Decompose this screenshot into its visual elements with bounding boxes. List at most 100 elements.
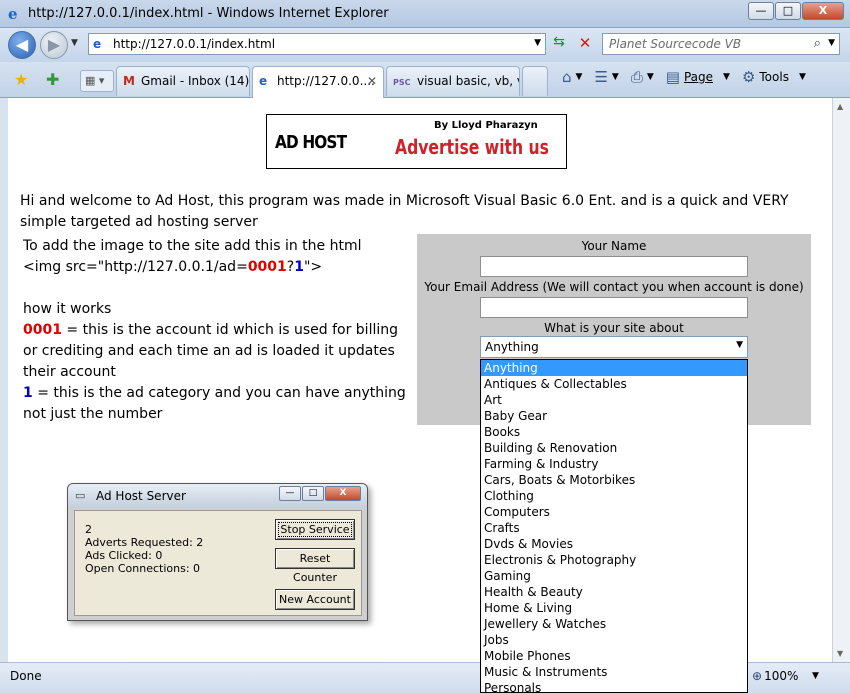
tab-close-icon[interactable]: ✕: [367, 67, 377, 95]
tab-gmail[interactable]: M Gmail - Inbox (14): [116, 66, 250, 96]
open-connections: Open Connections: 0: [85, 562, 201, 575]
server-maximize-button[interactable]: □: [302, 486, 324, 501]
server-close-button[interactable]: X: [325, 486, 361, 501]
back-button[interactable]: ◀: [8, 31, 36, 59]
add-image-line: To add the image to the site add this in…: [23, 238, 362, 254]
name-field[interactable]: [480, 256, 748, 277]
dropdown-option[interactable]: Clothing: [481, 488, 747, 504]
address-bar[interactable]: e http://127.0.0.1/index.html ▼: [88, 33, 546, 55]
dropdown-option[interactable]: Music & Instruments: [481, 664, 747, 680]
code-suffix: ">: [303, 259, 323, 275]
zoom-icon: ⊕: [752, 669, 763, 683]
tab-label: http://127.0.0....: [277, 74, 375, 88]
minimize-button[interactable]: —: [748, 2, 774, 20]
ie-page-icon: e: [259, 74, 268, 88]
ad-banner[interactable]: AD HOST By Lloyd Pharazyn Advertise with…: [266, 114, 567, 169]
address-input[interactable]: http://127.0.0.1/index.html: [113, 37, 275, 51]
search-input[interactable]: Planet Sourcecode VB: [609, 37, 741, 51]
window-controls: — □ X: [747, 2, 844, 20]
print-dropdown-icon[interactable]: ▼: [647, 72, 654, 82]
dropdown-option[interactable]: Jewellery & Watches: [481, 616, 747, 632]
navigation-bar: ◀ ▶ ▼ e http://127.0.0.1/index.html ▼ ⇆ …: [0, 28, 850, 62]
category-select[interactable]: Anything ▼: [480, 336, 748, 358]
ad-host-server-window: ▭ Ad Host Server — □ X 2 Adverts Request…: [67, 483, 368, 621]
server-minimize-button[interactable]: —: [279, 486, 301, 501]
intro-text: Hi and welcome to Ad Host, this program …: [20, 193, 789, 230]
search-box[interactable]: Planet Sourcecode VB ⌕ ▼: [602, 33, 840, 55]
status-text: Done: [10, 669, 42, 683]
dropdown-option[interactable]: Art: [481, 392, 747, 408]
tools-menu[interactable]: Tools: [759, 70, 789, 84]
dropdown-option[interactable]: Baby Gear: [481, 408, 747, 424]
favorites-star-icon[interactable]: ★: [14, 70, 28, 89]
ie-logo-icon: e: [8, 5, 18, 23]
stop-icon[interactable]: ✕: [574, 34, 596, 54]
zoom-level[interactable]: ⊕ 100%: [752, 669, 798, 683]
search-icon[interactable]: ⌕: [814, 36, 821, 51]
refresh-icon[interactable]: ⇆: [548, 34, 570, 54]
dropdown-option[interactable]: Cars, Boats & Motorbikes: [481, 472, 747, 488]
dropdown-option[interactable]: Mobile Phones: [481, 648, 747, 664]
vertical-scrollbar[interactable]: ▲ ▼: [832, 98, 850, 662]
category-dropdown-list[interactable]: Anything Antiques & Collectables Art Bab…: [480, 359, 748, 693]
ads-clicked: Ads Clicked: 0: [85, 549, 163, 562]
server-window-controls: — □ X: [278, 486, 361, 501]
history-dropdown-icon[interactable]: ▼: [71, 38, 78, 48]
search-dropdown-icon[interactable]: ▼: [828, 38, 835, 48]
tab-current[interactable]: e http://127.0.0.... ✕: [252, 66, 384, 98]
feeds-dropdown-icon[interactable]: ▼: [612, 72, 619, 82]
server-window-titlebar[interactable]: ▭ Ad Host Server — □ X: [68, 484, 367, 508]
email-field[interactable]: [480, 297, 748, 318]
reset-counter-button[interactable]: Reset Counter: [275, 548, 355, 584]
home-icon[interactable]: ⌂: [562, 68, 572, 86]
dropdown-option[interactable]: Jobs: [481, 632, 747, 648]
tab-label: Gmail - Inbox (14): [141, 74, 250, 88]
psc-icon: PSC: [393, 78, 411, 87]
banner-tagline: Advertise with us: [395, 135, 549, 159]
add-favorites-icon[interactable]: ✚: [46, 70, 59, 89]
page-menu-icon: ▤: [665, 68, 680, 86]
category-desc: = this is the ad category and you can ha…: [23, 385, 406, 422]
account-id: 0001: [23, 322, 62, 338]
scroll-up-icon[interactable]: ▲: [837, 102, 843, 111]
forward-button[interactable]: ▶: [40, 31, 68, 59]
dropdown-option[interactable]: Farming & Industry: [481, 456, 747, 472]
page-menu[interactable]: Page: [684, 70, 713, 84]
dropdown-option[interactable]: Crafts: [481, 520, 747, 536]
feeds-icon[interactable]: ☰: [594, 68, 607, 86]
code-account: 0001: [247, 259, 287, 275]
site-label: What is your site about: [544, 321, 684, 335]
dropdown-option[interactable]: Antiques & Collectables: [481, 376, 747, 392]
dropdown-option[interactable]: Computers: [481, 504, 747, 520]
dropdown-option[interactable]: Books: [481, 424, 747, 440]
new-account-button[interactable]: New Account: [275, 589, 355, 610]
new-tab-button[interactable]: [522, 66, 548, 96]
gear-icon: ⚙: [741, 68, 756, 86]
dropdown-option[interactable]: Personals: [481, 680, 747, 693]
close-button[interactable]: X: [802, 2, 844, 20]
dropdown-option[interactable]: Dvds & Movies: [481, 536, 747, 552]
dropdown-option[interactable]: Electronis & Photography: [481, 552, 747, 568]
tools-dropdown-icon[interactable]: ▼: [799, 72, 806, 82]
tab-psc[interactable]: PSC visual basic, vb, v...: [386, 66, 520, 96]
tab-label: visual basic, vb, v...: [417, 74, 519, 88]
dropdown-option[interactable]: Building & Renovation: [481, 440, 747, 456]
code-prefix: <img src="http://127.0.0.1/ad=: [23, 259, 248, 275]
scroll-down-icon[interactable]: ▼: [837, 649, 843, 658]
dropdown-option[interactable]: Anything: [481, 360, 747, 376]
page-dropdown-icon[interactable]: ▼: [723, 72, 730, 82]
stop-service-button[interactable]: Stop Service: [275, 519, 355, 540]
dropdown-option[interactable]: Home & Living: [481, 600, 747, 616]
dropdown-option[interactable]: Gaming: [481, 568, 747, 584]
zoom-dropdown-icon[interactable]: ▼: [812, 671, 819, 681]
page-icon: e: [93, 37, 102, 51]
chevron-down-icon[interactable]: ▼: [736, 340, 743, 350]
maximize-button[interactable]: □: [775, 2, 801, 20]
dropdown-option[interactable]: Health & Beauty: [481, 584, 747, 600]
print-icon[interactable]: ⎙: [631, 68, 643, 86]
tab-bar: ★ ✚ ▦ ▾ M Gmail - Inbox (14) e http://127.…: [0, 62, 850, 98]
quick-tabs-icon[interactable]: ▦ ▾: [80, 70, 114, 92]
request-count: 2: [85, 523, 92, 536]
address-dropdown-icon[interactable]: ▼: [534, 38, 541, 48]
home-dropdown-icon[interactable]: ▼: [576, 72, 583, 82]
